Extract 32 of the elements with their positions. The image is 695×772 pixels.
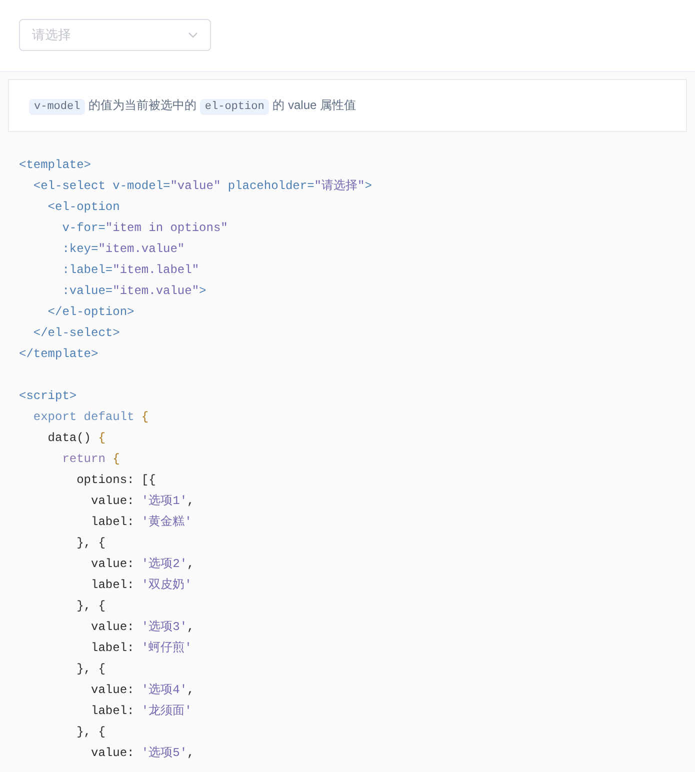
chevron-down-icon [188, 32, 198, 38]
code-line: label: '龙须面' [90, 703, 192, 720]
code-line: <el-select v-model="value" placeholder="请选择"> [32, 178, 372, 195]
select-field[interactable]: 请选择 [19, 19, 211, 51]
code-line: :key="item.value" [61, 241, 185, 258]
code-line: <script> [19, 388, 77, 405]
code-line: :label="item.label" [61, 262, 200, 279]
code-line: }, { [76, 724, 106, 741]
code-line: export default { [32, 409, 149, 426]
code-line: label: '蚵仔煎' [90, 640, 192, 657]
code-line: data() { [46, 430, 106, 447]
description-text: v-model 的值为当前被选中的 el-option 的 value 属性值 [29, 96, 356, 116]
code-line: value: '选项5', [90, 745, 194, 762]
code-line: <el-option [46, 199, 120, 216]
code-line: <template> [19, 157, 92, 174]
code-line: </el-select> [32, 325, 120, 342]
code-line: }, { [76, 598, 106, 615]
code-line: options: [{ [76, 472, 156, 489]
code-line: }, { [76, 535, 106, 552]
code-line: value: '选项2', [90, 556, 194, 573]
code-line: v-for="item in options" [61, 220, 228, 237]
code-line: return { [61, 451, 120, 468]
code-line: value: '选项4', [90, 682, 194, 699]
code-line: label: '黄金糕' [90, 514, 192, 531]
code-line: label: '双皮奶' [90, 577, 192, 594]
code-line: :value="item.value"> [61, 283, 206, 300]
code-line: value: '选项3', [90, 619, 194, 636]
select-input[interactable]: 请选择 [32, 25, 172, 45]
code-line: }, { [76, 661, 106, 678]
code-line: </template> [19, 346, 98, 363]
code-line: </el-option> [46, 304, 134, 321]
code-line: value: '选项1', [90, 493, 194, 510]
